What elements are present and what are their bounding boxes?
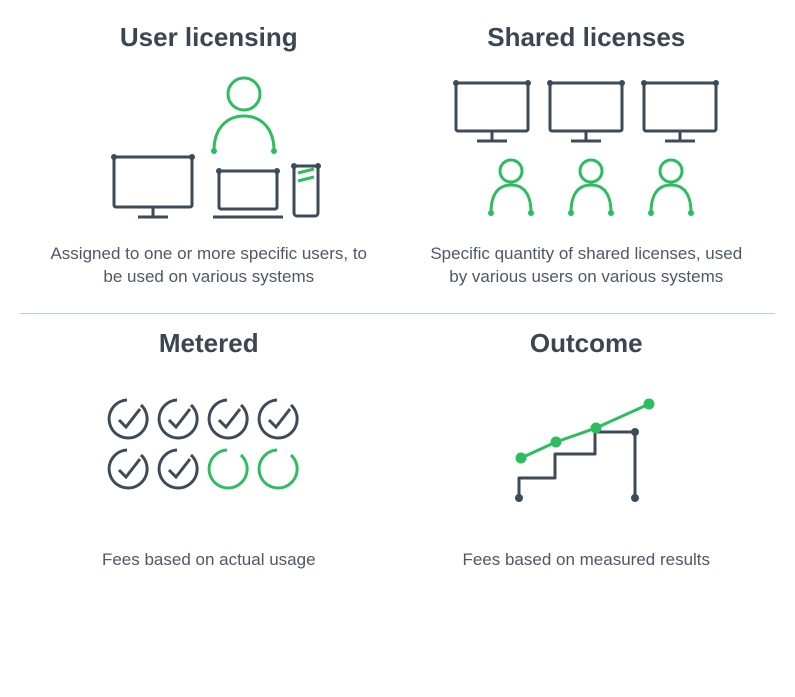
user-over-devices-icon: [89, 71, 329, 221]
checkmark-meter-icon: [99, 392, 319, 512]
metered-illustration: [44, 377, 374, 527]
outcome-title: Outcome: [422, 328, 752, 359]
user-licensing-illustration: [44, 71, 374, 221]
monitors-over-users-icon: [441, 71, 731, 221]
user-licensing-desc: Assigned to one or more specific users, …: [44, 243, 374, 289]
shared-licenses-cell: Shared licenses: [398, 8, 776, 313]
pricing-models-grid: Metered: [20, 314, 775, 596]
outcome-illustration: [422, 377, 752, 527]
outcome-cell: Outcome Fees based on meas: [398, 314, 776, 596]
metered-desc: Fees based on actual usage: [44, 549, 374, 572]
user-licensing-cell: User licensing: [20, 8, 398, 313]
metered-cell: Metered: [20, 314, 398, 596]
growth-chart-icon: [501, 392, 671, 512]
shared-licenses-illustration: [422, 71, 752, 221]
outcome-desc: Fees based on measured results: [422, 549, 752, 572]
licensing-models-grid: User licensing: [20, 8, 775, 313]
user-licensing-title: User licensing: [44, 22, 374, 53]
metered-title: Metered: [44, 328, 374, 359]
shared-licenses-desc: Specific quantity of shared licenses, us…: [422, 243, 752, 289]
shared-licenses-title: Shared licenses: [422, 22, 752, 53]
